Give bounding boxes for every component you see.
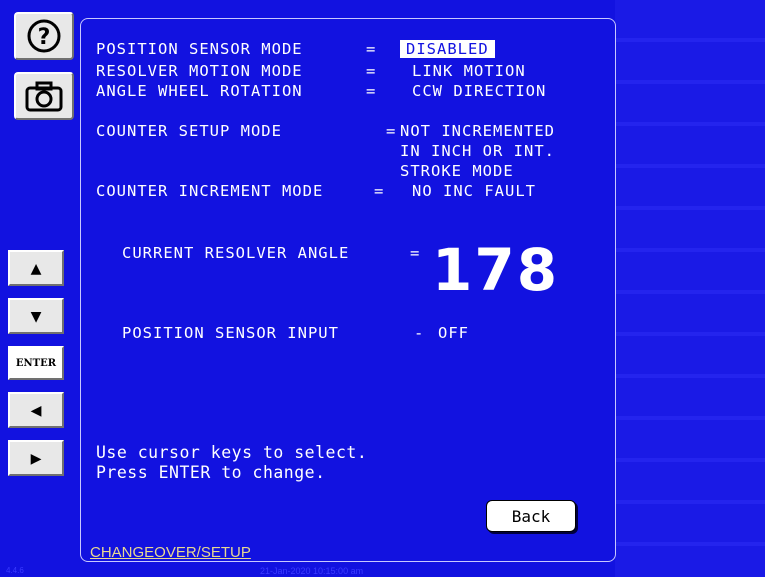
counter-increment-mode-sep: = bbox=[374, 182, 385, 200]
instruction-line-2: Press ENTER to change. bbox=[96, 463, 326, 482]
counter-increment-mode-value[interactable]: NO INC FAULT bbox=[412, 182, 536, 200]
position-sensor-mode-label: POSITION SENSOR MODE bbox=[96, 40, 303, 58]
counter-setup-mode-value-line1[interactable]: NOT INCREMENTED bbox=[400, 122, 555, 140]
background-stripes bbox=[615, 0, 765, 577]
resolver-motion-mode-label: RESOLVER MOTION MODE bbox=[96, 62, 303, 80]
resolver-motion-mode-sep: = bbox=[366, 62, 377, 80]
position-sensor-mode-value[interactable]: DISABLED bbox=[400, 40, 495, 58]
cursor-right-button[interactable]: ▶ bbox=[8, 440, 64, 476]
position-sensor-input-label: POSITION SENSOR INPUT bbox=[122, 324, 339, 342]
camera-icon bbox=[25, 81, 63, 112]
angle-wheel-rotation-sep: = bbox=[366, 82, 377, 100]
counter-increment-mode-label: COUNTER INCREMENT MODE bbox=[96, 182, 324, 200]
resolver-angle-value: 178 bbox=[432, 236, 560, 304]
arrow-left-icon: ◀ bbox=[30, 399, 42, 421]
datetime-label: 21-Jan-2020 10:15:00 am bbox=[260, 566, 364, 576]
position-sensor-mode-sep: = bbox=[366, 40, 377, 58]
resolver-angle-sep: = bbox=[410, 244, 421, 262]
breadcrumb[interactable]: CHANGEOVER/SETUP bbox=[90, 544, 251, 561]
enter-label: ENTER bbox=[15, 357, 57, 369]
arrow-up-icon: ▲ bbox=[30, 257, 42, 279]
resolver-angle-label: CURRENT RESOLVER ANGLE bbox=[122, 244, 350, 262]
counter-setup-mode-value-line2: IN INCH OR INT. bbox=[400, 142, 555, 160]
angle-wheel-rotation-value[interactable]: CCW DIRECTION bbox=[412, 82, 546, 100]
cursor-down-button[interactable]: ▼ bbox=[8, 298, 64, 334]
help-button[interactable]: ? bbox=[14, 12, 74, 60]
instruction-line-1: Use cursor keys to select. bbox=[96, 443, 368, 462]
arrow-right-icon: ▶ bbox=[30, 447, 42, 469]
position-sensor-input-value: OFF bbox=[438, 324, 469, 342]
svg-text:?: ? bbox=[38, 25, 51, 50]
position-sensor-input-sep: - bbox=[414, 324, 425, 342]
angle-wheel-rotation-label: ANGLE WHEEL ROTATION bbox=[96, 82, 303, 100]
counter-setup-mode-label: COUNTER SETUP MODE bbox=[96, 122, 282, 140]
camera-button[interactable] bbox=[14, 72, 74, 120]
help-icon: ? bbox=[27, 19, 61, 53]
counter-setup-mode-value-line3: STROKE MODE bbox=[400, 162, 514, 180]
enter-button[interactable]: ENTER bbox=[8, 346, 64, 380]
arrow-down-icon: ▼ bbox=[30, 305, 42, 327]
resolver-motion-mode-value[interactable]: LINK MOTION bbox=[412, 62, 526, 80]
counter-setup-mode-sep: = bbox=[386, 122, 397, 140]
cursor-left-button[interactable]: ◀ bbox=[8, 392, 64, 428]
back-button[interactable]: Back bbox=[486, 500, 576, 532]
version-label: 4.4.6 bbox=[6, 566, 24, 575]
cursor-up-button[interactable]: ▲ bbox=[8, 250, 64, 286]
